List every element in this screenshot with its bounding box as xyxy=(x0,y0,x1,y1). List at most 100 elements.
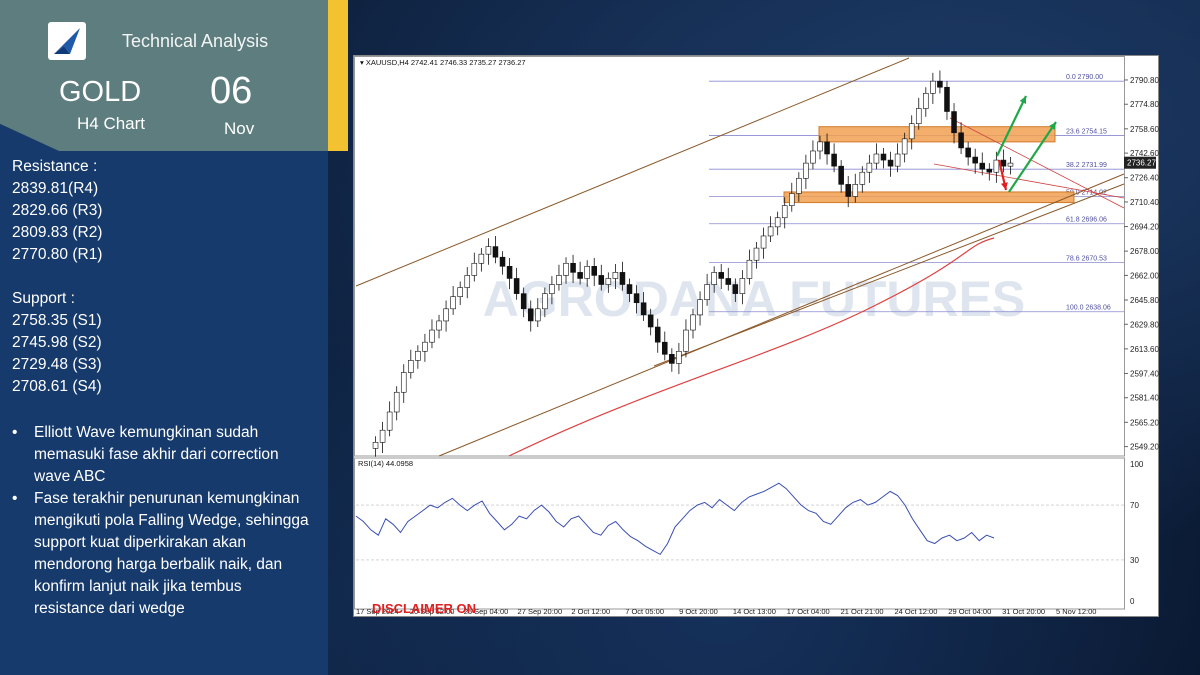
candle-body xyxy=(549,284,555,294)
resistance-level: 2829.66 (R3) xyxy=(12,202,103,219)
candle-body xyxy=(972,156,978,164)
candle-body xyxy=(951,111,957,134)
resistance-level: 2839.81(R4) xyxy=(12,180,99,197)
candle-body xyxy=(443,308,449,322)
candle-body xyxy=(527,308,534,322)
fib-level-label: 23.6 2754.15 xyxy=(1066,129,1107,136)
chart-panel[interactable]: AGRODANA FUTURES 2790.80 2774.80 2758.60 274… xyxy=(353,55,1159,617)
candle-body xyxy=(915,108,922,124)
support-level: 2745.98 (S2) xyxy=(12,334,102,351)
candle-body xyxy=(774,217,781,228)
candle-body xyxy=(654,326,661,343)
candle-body xyxy=(457,287,463,297)
fib-level-label: 38.2 2731.99 xyxy=(1066,162,1107,169)
candle-body xyxy=(640,302,647,316)
candle-body xyxy=(796,177,802,194)
analysis-notes: Elliott Wave kemungkinan sudah memasuki … xyxy=(12,422,312,620)
candle-body xyxy=(838,165,844,185)
candle-body xyxy=(669,354,675,364)
candle-body xyxy=(556,275,562,285)
support-level: 2729.48 (S3) xyxy=(12,356,102,373)
support-level: 2758.35 (S1) xyxy=(12,312,102,329)
time-tick-label: 17 Oct 04:00 xyxy=(787,607,830,616)
time-tick-label: 2 Oct 12:00 xyxy=(571,607,610,616)
rsi-label: RSI(14) 44.0958 xyxy=(358,459,413,468)
candle-body xyxy=(965,147,971,158)
rsi-level-label: 70 xyxy=(1130,501,1139,510)
candle-body xyxy=(372,442,379,449)
candle-body xyxy=(788,193,795,206)
rsi-level-label: 0 xyxy=(1130,597,1135,606)
candle-body xyxy=(993,159,1000,173)
fib-level-label: 78.6 2670.53 xyxy=(1066,255,1107,262)
price-tick-label: 2694.20 xyxy=(1130,223,1159,232)
price-tick-label: 2662.00 xyxy=(1130,271,1159,280)
candle-body xyxy=(513,278,520,294)
candle-body xyxy=(894,153,901,167)
candle-body xyxy=(379,429,386,443)
time-tick-label: 5 Nov 12:00 xyxy=(1056,607,1096,616)
candle-body xyxy=(930,80,936,94)
candle-body xyxy=(415,350,421,361)
instrument-title: GOLD xyxy=(59,76,142,108)
candle-body xyxy=(633,293,640,304)
candle-body xyxy=(859,171,866,185)
price-tick-label: 2597.40 xyxy=(1130,369,1159,378)
candle-body xyxy=(612,272,619,279)
candle-body xyxy=(718,272,724,279)
rsi-level-label: 30 xyxy=(1130,556,1139,565)
candle-body xyxy=(824,141,830,155)
candle-body xyxy=(535,308,541,322)
price-tick-label: 2774.80 xyxy=(1130,100,1159,109)
support-zone xyxy=(783,191,1075,204)
candle-body xyxy=(739,278,746,294)
candle-body xyxy=(450,296,456,310)
candle-body xyxy=(647,314,654,328)
candle-body xyxy=(577,272,583,279)
accent-bar xyxy=(328,0,348,151)
candle-body xyxy=(767,226,774,237)
fib-level-label: 61.8 2696.06 xyxy=(1066,217,1107,224)
note-item: Elliott Wave kemungkinan sudah memasuki … xyxy=(12,422,312,488)
time-tick-label: 24 Oct 12:00 xyxy=(894,607,937,616)
candle-body xyxy=(866,162,873,173)
candle-body xyxy=(386,411,393,431)
candle-body xyxy=(908,123,915,140)
candle-body xyxy=(704,284,710,300)
candle-body xyxy=(958,132,964,149)
date-day: 06 xyxy=(210,70,253,112)
candle-body xyxy=(753,247,760,261)
candle-body xyxy=(817,141,823,152)
resistance-zone xyxy=(818,126,1056,143)
rsi-frame xyxy=(354,457,1125,610)
candle-body xyxy=(746,259,753,279)
candle-body xyxy=(901,138,908,155)
support-level: 2708.61 (S4) xyxy=(12,378,102,395)
candle-body xyxy=(520,293,527,310)
candle-body xyxy=(803,162,809,179)
price-frame xyxy=(354,56,1125,457)
candle-body xyxy=(662,341,668,355)
candle-body xyxy=(697,299,703,316)
candle-body xyxy=(810,150,816,164)
candle-body xyxy=(563,262,569,276)
candle-body xyxy=(1007,162,1014,167)
time-tick-label: 14 Oct 13:00 xyxy=(733,607,776,616)
candle-body xyxy=(944,86,950,112)
candle-body xyxy=(471,262,478,276)
symbol-info: ▾ XAUUSD,H4 2742.41 2746.33 2735.27 2736… xyxy=(360,58,526,67)
candle-body xyxy=(626,284,633,294)
candle-body xyxy=(880,153,887,161)
watermark-text: AGRODANA FUTURES xyxy=(483,271,1026,327)
price-tick-label: 2581.40 xyxy=(1130,394,1159,403)
price-tick-label: 2629.80 xyxy=(1130,320,1159,329)
candle-body xyxy=(760,235,767,249)
price-tick-label: 2678.00 xyxy=(1130,247,1159,256)
candle-body xyxy=(873,153,880,164)
candle-body xyxy=(393,391,400,413)
price-tick-label: 2790.80 xyxy=(1130,76,1159,85)
candle-body xyxy=(619,272,626,285)
candle-body xyxy=(605,278,612,285)
candle-body xyxy=(683,329,689,352)
candle-body xyxy=(584,266,590,279)
